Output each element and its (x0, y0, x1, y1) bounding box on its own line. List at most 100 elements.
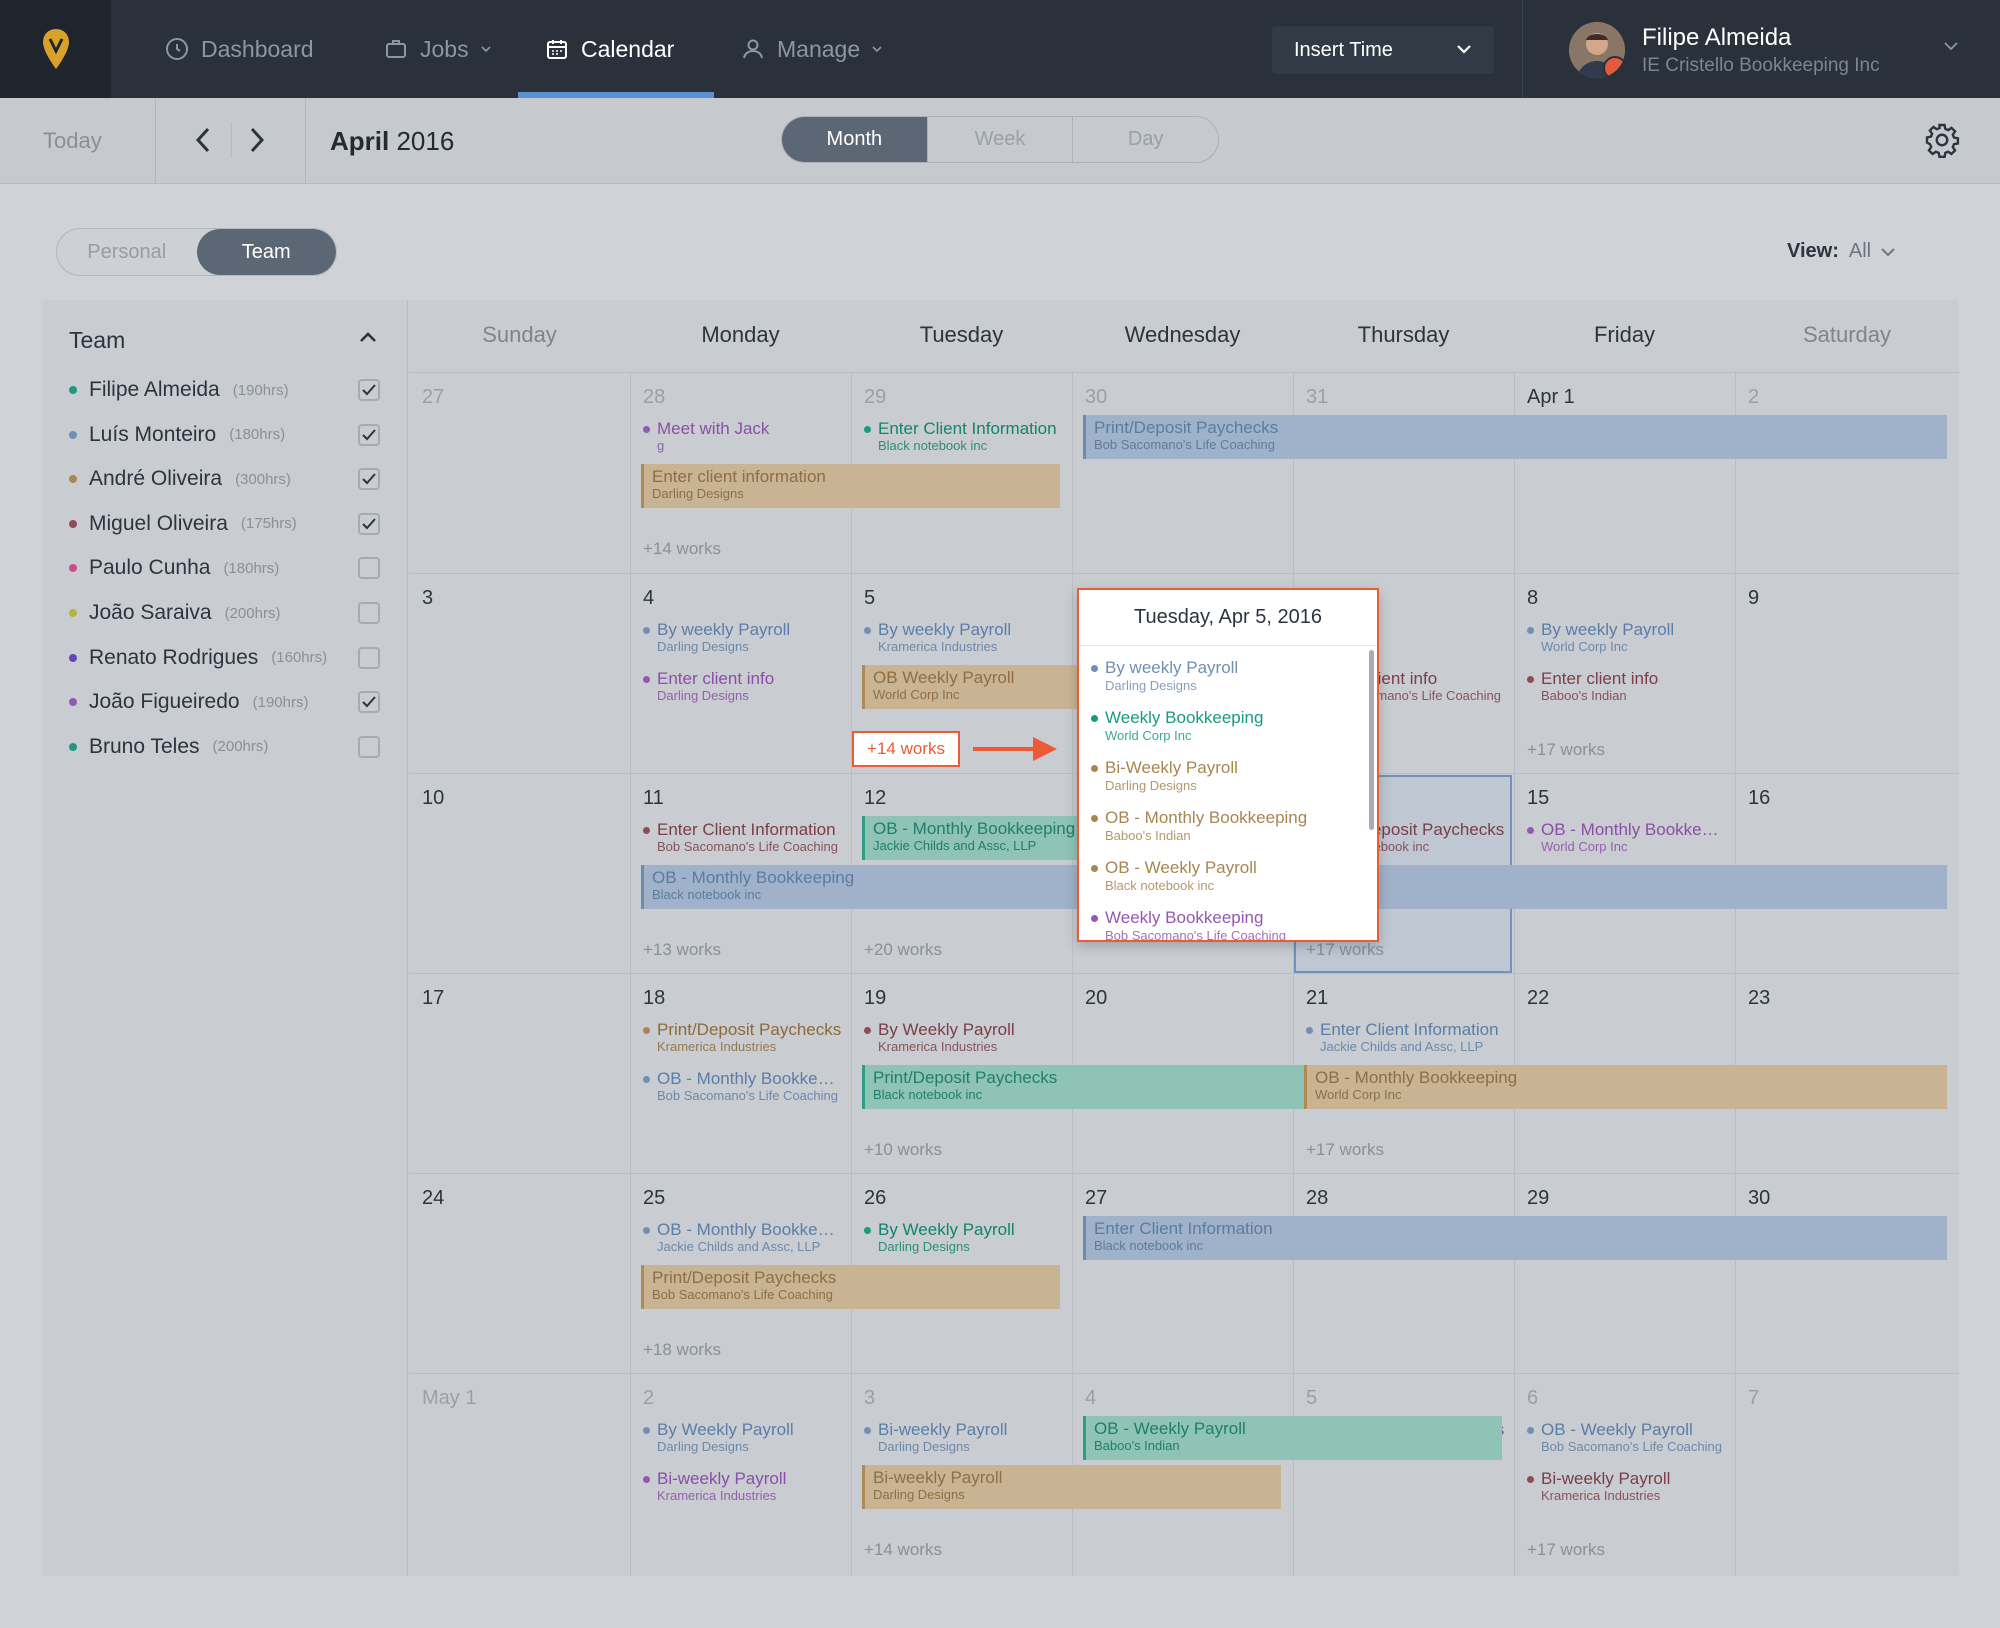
day-number[interactable]: 20 (1085, 987, 1107, 1010)
calendar-event[interactable]: Print/Deposit Paychecks Kramerica Industr… (643, 1020, 843, 1055)
calendar-event[interactable]: Enter Client Information Jackie Childs an… (1306, 1020, 1506, 1055)
view-week-button[interactable]: Week (928, 117, 1074, 162)
popup-event-item[interactable]: OB - Weekly Payroll Black notebook inc (1091, 858, 1351, 894)
member-checkbox[interactable] (358, 602, 380, 624)
member-checkbox[interactable] (358, 557, 380, 580)
calendar-event[interactable]: OB - Monthly Bookkeeping Bob Sacomano's L… (643, 1069, 843, 1104)
more-works-link[interactable]: +18 works (643, 1340, 721, 1360)
calendar-event[interactable]: OB - Monthly Bookkeeping Jackie Childs an… (643, 1220, 843, 1255)
next-month-button[interactable] (241, 122, 273, 158)
calendar-event-bar[interactable]: Bi-weekly Payroll Darling Designs (862, 1465, 1281, 1509)
calendar-event-bar[interactable]: OB - Weekly Payroll Baboo's Indian (1083, 1416, 1502, 1460)
day-number[interactable]: 25 (643, 1187, 665, 1210)
day-number[interactable]: 17 (422, 987, 444, 1010)
calendar-event[interactable]: Enter Client Information Bob Sacomano's L… (643, 820, 843, 855)
member-checkbox[interactable] (358, 735, 380, 758)
calendar-event[interactable]: By weekly Payroll Kramerica Industries (864, 620, 1064, 655)
team-member-row[interactable]: João Saraiva (200hrs) (69, 598, 389, 628)
insert-time-dropdown[interactable]: Insert Time (1272, 26, 1494, 74)
chevron-up-icon[interactable] (359, 330, 377, 344)
more-works-link[interactable]: +17 works (1527, 740, 1605, 760)
day-number[interactable]: 30 (1085, 386, 1107, 409)
day-number[interactable]: 23 (1748, 987, 1770, 1010)
calendar-event[interactable]: OB - Monthly Bookkeeping World Corp Inc (1527, 820, 1727, 855)
more-works-link[interactable]: +14 works (864, 1540, 942, 1560)
team-member-row[interactable]: Luís Monteiro (180hrs) (69, 420, 389, 450)
day-number[interactable]: 8 (1527, 587, 1538, 610)
day-number[interactable]: Apr 1 (1527, 386, 1575, 409)
day-number[interactable]: 21 (1306, 987, 1328, 1010)
calendar-event[interactable]: Bi-weekly Payroll Kramerica Industries (1527, 1469, 1727, 1504)
user-menu-chevron-icon[interactable] (1943, 40, 1959, 52)
calendar-event-bar[interactable]: Print/Deposit Paychecks Bob Sacomano's Li… (641, 1265, 1060, 1309)
team-member-row[interactable]: João Figueiredo (190hrs) (69, 687, 389, 717)
calendar-event[interactable]: Bi-weekly Payroll Kramerica Industries (643, 1469, 843, 1504)
member-checkbox[interactable] (358, 512, 380, 535)
calendar-event[interactable]: OB - Weekly Payroll Bob Sacomano's Life C… (1527, 1420, 1727, 1455)
calendar-event-bar[interactable]: OB - Monthly Bookkeeping World Corp Inc (1304, 1065, 1947, 1109)
day-number[interactable]: 2 (1748, 386, 1759, 409)
day-number[interactable]: 5 (864, 587, 875, 610)
day-number[interactable]: 4 (643, 587, 654, 610)
day-number[interactable]: 10 (422, 787, 444, 810)
calendar-event[interactable]: Meet with Jack g (643, 419, 843, 454)
more-works-link[interactable]: +10 works (864, 1140, 942, 1160)
nav-manage[interactable]: Manage (741, 0, 882, 98)
avatar[interactable] (1569, 22, 1625, 78)
day-number[interactable]: 4 (1085, 1387, 1096, 1410)
day-number[interactable]: 12 (864, 787, 886, 810)
day-number[interactable]: 3 (422, 587, 433, 610)
day-number[interactable]: 7 (1748, 1387, 1759, 1410)
calendar-event-bar[interactable]: Print/Deposit Paychecks Bob Sacomano's Li… (1083, 415, 1947, 459)
prev-month-button[interactable] (187, 122, 219, 158)
view-day-button[interactable]: Day (1073, 117, 1218, 162)
day-number[interactable]: 29 (864, 386, 886, 409)
member-checkbox[interactable] (358, 423, 380, 446)
member-checkbox[interactable] (358, 468, 380, 491)
day-number[interactable]: 27 (422, 386, 444, 409)
view-month-button[interactable]: Month (782, 117, 928, 162)
more-works-link[interactable]: +17 works (1306, 940, 1384, 960)
member-checkbox[interactable] (358, 379, 380, 401)
team-member-row[interactable]: Renato Rodrigues (160hrs) (69, 643, 389, 673)
calendar-event-bar[interactable]: Enter client information Darling Designs (641, 464, 1060, 508)
day-number[interactable]: 3 (864, 1387, 875, 1410)
popup-event-item[interactable]: By weekly Payroll Darling Designs (1091, 658, 1351, 694)
calendar-event[interactable]: Enter Client Information Black notebook i… (864, 419, 1064, 454)
day-number[interactable]: 29 (1527, 1187, 1549, 1210)
nav-jobs[interactable]: Jobs (384, 0, 491, 98)
team-member-row[interactable]: Miguel Oliveira (175hrs) (69, 509, 389, 539)
member-checkbox[interactable] (358, 646, 380, 669)
popup-event-item[interactable]: Weekly Bookkeeping World Corp Inc (1091, 708, 1351, 744)
team-toggle[interactable]: Team (196, 229, 336, 275)
calendar-event[interactable]: By weekly Payroll World Corp Inc (1527, 620, 1727, 655)
calendar-event[interactable]: Bi-weekly Payroll Darling Designs (864, 1420, 1064, 1455)
member-checkbox[interactable] (358, 691, 380, 714)
day-number[interactable]: 18 (643, 987, 665, 1010)
day-number[interactable]: 16 (1748, 787, 1770, 810)
popup-event-item[interactable]: Weekly Bookkeeping Bob Sacomano's Life Co… (1091, 908, 1351, 940)
day-number[interactable]: 28 (643, 386, 665, 409)
calendar-event[interactable]: Enter client info Darling Designs (643, 669, 843, 704)
calendar-event[interactable]: Enter client info Baboo's Indian (1527, 669, 1727, 704)
day-number[interactable]: 28 (1306, 1187, 1328, 1210)
popup-scrollbar[interactable] (1369, 650, 1374, 830)
more-works-link-highlighted[interactable]: +14 works (852, 731, 960, 767)
view-filter[interactable]: View: All (1787, 240, 1895, 263)
team-member-row[interactable]: Filipe Almeida (190hrs) (69, 375, 389, 405)
calendar-event-bar[interactable]: Enter Client Information Black notebook i… (1083, 1216, 1947, 1260)
day-number[interactable]: 11 (643, 787, 664, 810)
nav-calendar[interactable]: Calendar (545, 0, 674, 98)
day-number[interactable]: 26 (864, 1187, 886, 1210)
team-member-row[interactable]: André Oliveira (300hrs) (69, 464, 389, 494)
calendar-event[interactable]: By Weekly Payroll Darling Designs (864, 1220, 1064, 1255)
day-number[interactable]: May 1 (422, 1387, 476, 1410)
app-logo[interactable] (0, 0, 111, 98)
day-number[interactable]: 19 (864, 987, 886, 1010)
today-button[interactable]: Today (43, 128, 102, 154)
day-number[interactable]: 15 (1527, 787, 1549, 810)
more-works-link[interactable]: +17 works (1306, 1140, 1384, 1160)
day-number[interactable]: 2 (643, 1387, 654, 1410)
nav-dashboard[interactable]: Dashboard (165, 0, 314, 98)
calendar-event[interactable]: By Weekly Payroll Kramerica Industries (864, 1020, 1064, 1055)
